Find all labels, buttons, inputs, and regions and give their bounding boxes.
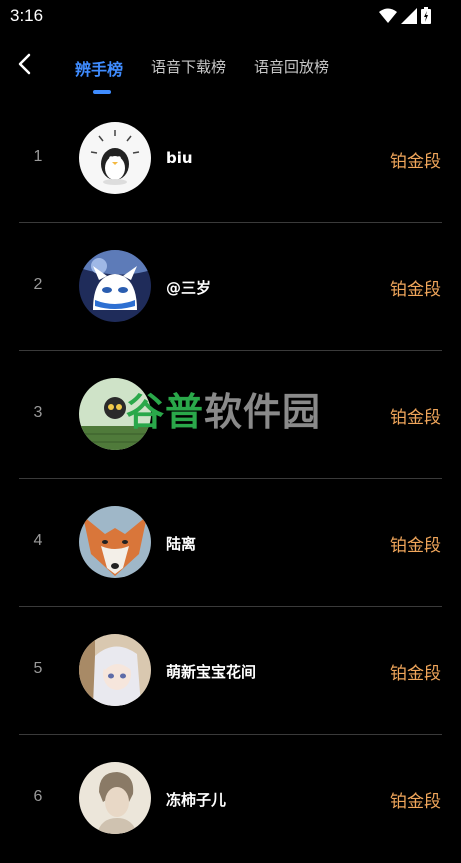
status-icons [379,7,431,24]
user-name: 陆离 [166,535,197,553]
user-name: @三岁 [166,279,212,297]
back-arrow-icon[interactable] [14,52,36,76]
wifi-icon [379,8,397,23]
rank-number: 6 [33,788,43,805]
list-item[interactable]: 1 biu 铂金段 [0,95,461,223]
tier-label: 铂金段 [390,536,441,556]
rank-number: 5 [33,660,43,677]
avatar[interactable] [79,634,151,706]
status-bar: 3:16 [0,0,461,32]
battery-icon [421,7,431,24]
tab-indicator [93,90,111,94]
tier-label: 铂金段 [390,664,441,684]
signal-icon [401,7,417,24]
rank-number: 2 [33,276,43,293]
list-item[interactable]: 5 萌新宝宝花间 铂金段 [0,607,461,735]
tier-label: 铂金段 [390,280,441,300]
tab-voice-download[interactable]: 语音下载榜 [151,56,226,80]
avatar[interactable] [79,378,151,450]
list-item[interactable]: 2 @三岁 铂金段 [0,223,461,351]
list-item[interactable]: 6 冻柿子儿 铂金段 [0,735,461,863]
user-name: 冻柿子儿 [166,791,227,809]
user-name: 萌新宝宝花间 [166,663,257,681]
tab-ranking[interactable]: 辨手榜 [75,56,123,80]
avatar[interactable] [79,122,151,194]
rank-number: 1 [33,148,43,165]
rank-number: 4 [33,532,43,549]
ranking-list: 1 biu 铂金段 2 @三岁 铂金段 3 铂金段 4 陆离 铂金段 5 萌新宝… [0,95,461,863]
status-time: 3:16 [10,6,44,25]
tier-label: 铂金段 [390,152,441,172]
rank-number: 3 [33,404,43,421]
avatar[interactable] [79,250,151,322]
user-name: biu [166,149,193,167]
tier-label: 铂金段 [390,408,441,428]
tab-voice-replay[interactable]: 语音回放榜 [254,56,329,80]
avatar[interactable] [79,762,151,834]
avatar[interactable] [79,506,151,578]
tab-bar: 辨手榜 语音下载榜 语音回放榜 [75,56,357,80]
tier-label: 铂金段 [390,792,441,812]
list-item[interactable]: 3 铂金段 [0,351,461,479]
list-item[interactable]: 4 陆离 铂金段 [0,479,461,607]
